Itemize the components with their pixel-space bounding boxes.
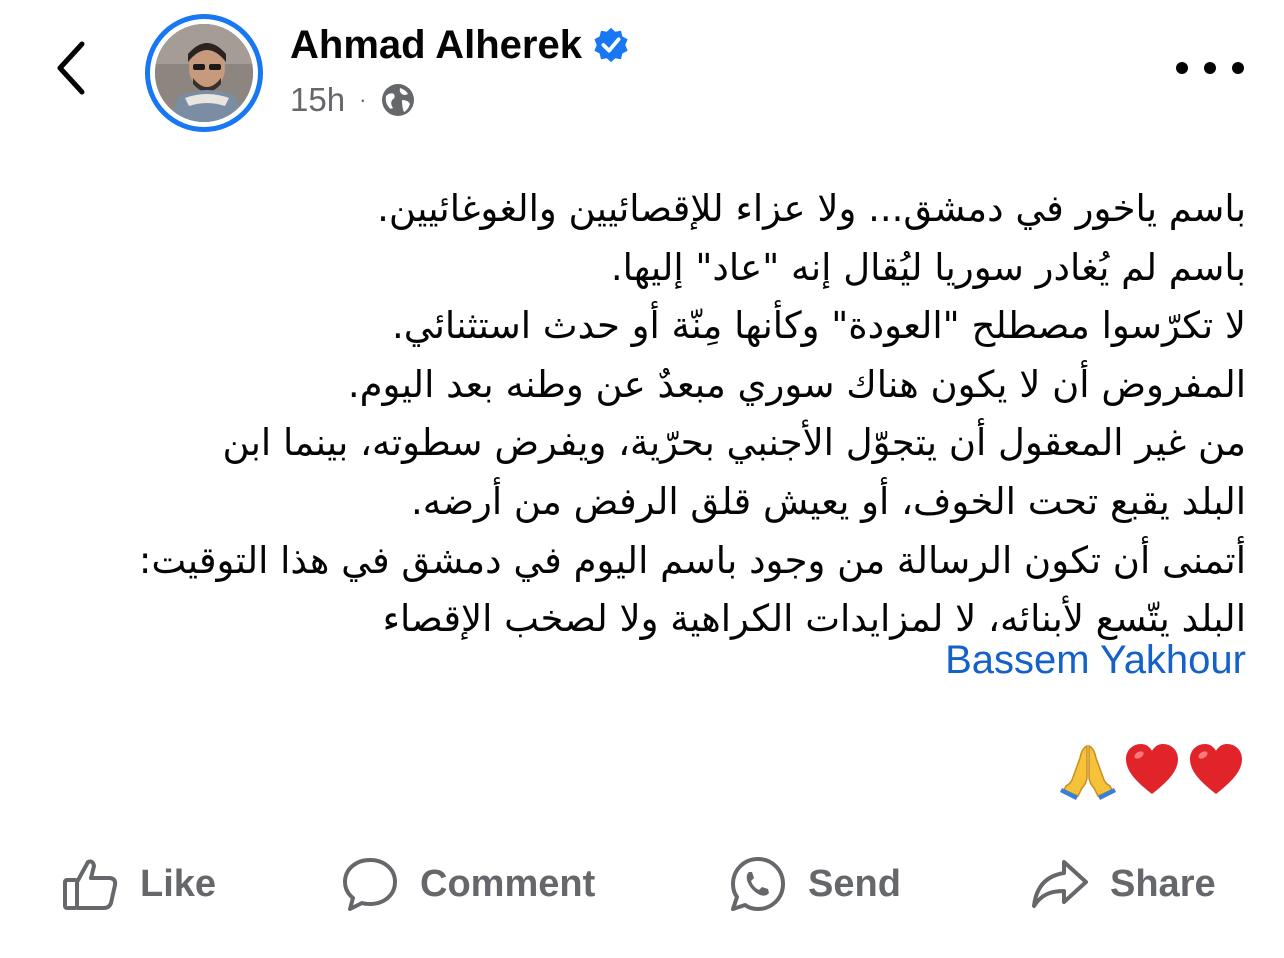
mention-link[interactable]: Bassem Yakhour [945, 638, 1246, 683]
more-dot [1204, 62, 1216, 74]
avatar [155, 24, 253, 122]
author-name[interactable]: Ahmad Alherek [290, 23, 582, 68]
thumbs-up-icon [60, 854, 120, 914]
globe-icon[interactable] [380, 82, 416, 118]
post-text: باسم ياخور في دمشق... ولا عزاء للإقصائيي… [30, 180, 1246, 649]
folded-hands-icon [1058, 740, 1118, 800]
heart-icon [1186, 740, 1246, 800]
comment-button[interactable]: Comment [340, 848, 595, 920]
heart-icon [1122, 740, 1182, 800]
whatsapp-icon [728, 854, 788, 914]
post-timestamp[interactable]: 15h [290, 81, 345, 119]
like-label: Like [140, 862, 217, 905]
send-button[interactable]: Send [728, 848, 901, 920]
post-actions-bar: Like Comment Send Share [0, 848, 1284, 920]
post-line: لا تكرّسوا مصطلح "العودة" وكأنها مِنّة أ… [392, 304, 1246, 348]
post-line: باسم ياخور في دمشق... ولا عزاء للإقصائيي… [377, 187, 1246, 230]
verified-badge-icon [592, 26, 630, 64]
author-name-row: Ahmad Alherek [290, 20, 630, 70]
comment-bubble-icon [340, 854, 400, 914]
more-dot [1232, 62, 1244, 74]
more-options-button[interactable] [1176, 48, 1244, 88]
share-button[interactable]: Share [1030, 848, 1216, 920]
avatar-photo [155, 24, 253, 122]
post-line: أتمنى أن تكون الرسالة من وجود باسم اليوم… [138, 538, 1246, 582]
chevron-left-icon [57, 41, 85, 95]
meta-separator: · [359, 87, 367, 112]
comment-label: Comment [420, 862, 596, 905]
post-header: Ahmad Alherek 15h · [0, 0, 1284, 140]
more-dot [1176, 62, 1188, 74]
like-button[interactable]: Like [60, 848, 216, 920]
back-button[interactable] [40, 36, 104, 100]
share-label: Share [1110, 862, 1216, 905]
post-line: المفروض أن لا يكون هناك سوري مبعدٌ عن وط… [347, 362, 1246, 406]
post-line: البلد يقبع تحت الخوف، أو يعيش قلق الرفض … [410, 479, 1246, 523]
post-line: من غير المعقول أن يتجوّل الأجنبي بحرّية،… [222, 421, 1246, 465]
author-avatar[interactable] [145, 14, 263, 132]
post-meta: 15h · [290, 80, 416, 120]
share-arrow-icon [1030, 854, 1090, 914]
emoji-line [1058, 740, 1246, 800]
post-line: باسم لم يُغادر سوريا ليُقال إنه "عاد" إل… [610, 245, 1246, 289]
send-label: Send [808, 862, 901, 905]
